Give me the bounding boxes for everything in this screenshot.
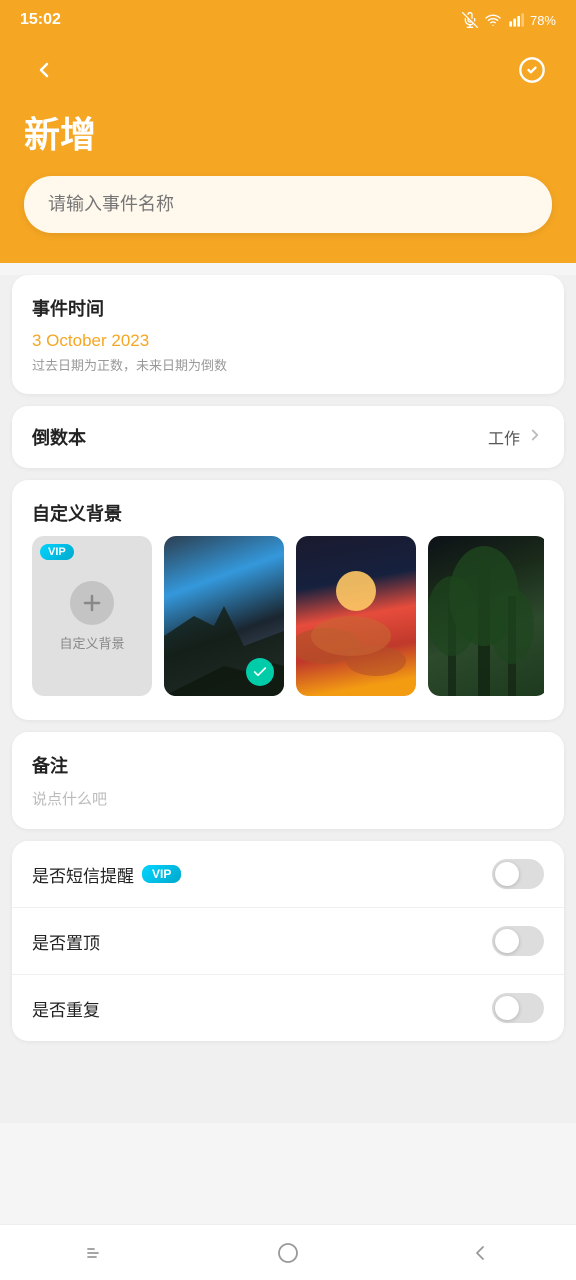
- notes-title: 备注: [32, 752, 544, 778]
- status-bar: 15:02 78%: [0, 0, 576, 40]
- event-time-title: 事件时间: [32, 295, 544, 321]
- signal-icon: [508, 12, 524, 28]
- bg-image-3[interactable]: [428, 536, 544, 696]
- notebook-right: 工作: [488, 425, 544, 449]
- nav-menu-button[interactable]: [66, 1233, 126, 1273]
- page-title: 新增: [24, 106, 552, 158]
- status-time: 15:02: [20, 11, 61, 29]
- notebook-value: 工作: [488, 425, 520, 449]
- nav-back-icon: [468, 1241, 492, 1265]
- notebook-label: 倒数本: [32, 424, 86, 450]
- nav-home-button[interactable]: [258, 1233, 318, 1273]
- event-name-input[interactable]: [24, 176, 552, 233]
- header-nav: [24, 50, 552, 90]
- notebook-row[interactable]: 倒数本 工作: [12, 406, 564, 468]
- header-area: 新增: [0, 40, 576, 263]
- battery-text: 78%: [530, 13, 556, 28]
- event-date-hint: 过去日期为正数，未来日期为倒数: [32, 355, 544, 374]
- confirm-button[interactable]: [512, 50, 552, 90]
- vip-badge-custom: VIP: [40, 544, 74, 560]
- moon-svg: [296, 536, 416, 696]
- notes-hint[interactable]: 说点什么吧: [32, 788, 544, 809]
- repeat-label: 是否重复: [32, 996, 100, 1021]
- content-area: 事件时间 3 October 2023 过去日期为正数，未来日期为倒数 倒数本 …: [0, 275, 576, 1123]
- sms-reminder-row: 是否短信提醒 VIP: [12, 841, 564, 908]
- sms-reminder-label: 是否短信提醒: [32, 862, 134, 887]
- mute-icon: [462, 12, 478, 28]
- sms-reminder-toggle[interactable]: [492, 859, 544, 889]
- event-time-card: 事件时间 3 October 2023 过去日期为正数，未来日期为倒数: [12, 275, 564, 394]
- plus-circle-icon: [70, 581, 114, 625]
- sms-reminder-left: 是否短信提醒 VIP: [32, 862, 181, 887]
- toggle-group: 是否短信提醒 VIP 是否置顶 是否重复: [12, 841, 564, 1041]
- bottom-nav: [0, 1224, 576, 1280]
- bg-image-1[interactable]: [164, 536, 284, 696]
- nav-back-button[interactable]: [450, 1233, 510, 1273]
- pin-top-label: 是否置顶: [32, 929, 100, 954]
- forest-svg: [428, 536, 544, 696]
- bg-image-2[interactable]: [296, 536, 416, 696]
- custom-bg-card: 自定义背景 VIP 自定义背景: [12, 480, 564, 720]
- wifi-icon: [484, 12, 502, 28]
- back-button[interactable]: [24, 50, 64, 90]
- repeat-toggle[interactable]: [492, 993, 544, 1023]
- custom-bg-label: 自定义背景: [59, 633, 124, 652]
- status-icons: 78%: [462, 12, 556, 28]
- repeat-row: 是否重复: [12, 975, 564, 1041]
- custom-bg-title: 自定义背景: [32, 500, 544, 526]
- back-icon: [32, 58, 56, 82]
- checkmark-circle-icon: [518, 56, 546, 84]
- event-date[interactable]: 3 October 2023: [32, 331, 544, 351]
- menu-icon: [84, 1241, 108, 1265]
- home-circle-icon: [276, 1241, 300, 1265]
- pin-top-toggle[interactable]: [492, 926, 544, 956]
- bg-scroll-container[interactable]: VIP 自定义背景: [32, 536, 544, 700]
- bg-selected-check: [246, 658, 274, 686]
- notes-card: 备注 说点什么吧: [12, 732, 564, 829]
- bg-custom-add[interactable]: VIP 自定义背景: [32, 536, 152, 696]
- chevron-right-icon: [526, 426, 544, 449]
- sms-vip-badge: VIP: [142, 865, 181, 883]
- pin-top-row: 是否置顶: [12, 908, 564, 975]
